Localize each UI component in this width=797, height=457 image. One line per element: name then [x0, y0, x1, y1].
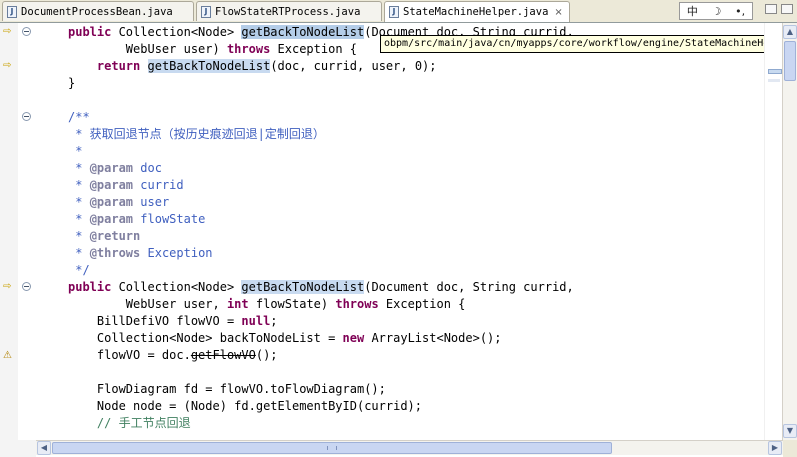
java-file-icon: J: [201, 5, 211, 18]
folding-ruler: [18, 23, 36, 440]
scroll-down-icon[interactable]: ▼: [783, 424, 797, 438]
tab-label: DocumentProcessBean.java: [21, 5, 173, 18]
moon-icon[interactable]: ☽: [712, 5, 722, 18]
view-controls: [759, 4, 793, 18]
occurrence-marker[interactable]: [768, 79, 780, 82]
warning-icon[interactable]: ⚠: [3, 350, 14, 361]
java-file-icon: J: [7, 5, 17, 18]
javadoc-line: */: [68, 263, 90, 277]
scroll-left-icon[interactable]: ◀: [37, 441, 51, 455]
fold-collapse-icon[interactable]: [22, 112, 31, 121]
code-area[interactable]: public Collection<Node> getBackToNodeLis…: [36, 23, 765, 440]
javadoc-line: * @param doc: [68, 161, 162, 175]
override-arrow-icon[interactable]: ⇨: [3, 61, 15, 71]
code-line: }: [68, 76, 76, 90]
javadoc-line: * @throws Exception: [68, 246, 213, 260]
override-arrow-icon[interactable]: ⇨: [3, 282, 15, 292]
ime-toolbar[interactable]: 中 ☽ •,: [679, 2, 753, 20]
code-line: public Collection<Node> getBackToNodeLis…: [68, 280, 574, 294]
scroll-up-icon[interactable]: ▲: [783, 25, 797, 39]
code-line: return getBackToNodeList(doc, currid, us…: [96, 59, 437, 73]
vertical-scroll-thumb[interactable]: [784, 41, 796, 81]
javadoc-line: /**: [68, 110, 90, 124]
maximize-icon[interactable]: [781, 4, 793, 14]
code-line: WebUser user) throws Exception {: [68, 42, 358, 56]
code-line: flowVO = doc.getFlowVO();: [68, 348, 278, 362]
fold-collapse-icon[interactable]: [22, 27, 31, 36]
javadoc-line: * @return: [68, 229, 141, 243]
tab-label: FlowStateRTProcess.java: [215, 5, 361, 18]
tab-statemachinehelper[interactable]: J StateMachineHelper.java ×: [384, 1, 570, 22]
javadoc-line: * @param user: [68, 195, 170, 209]
tab-flowstatertprocess[interactable]: J FlowStateRTProcess.java: [196, 1, 382, 21]
line-comment: // 手工节点回退: [68, 416, 191, 430]
file-path-tooltip: obpm/src/main/java/cn/myapps/core/workfl…: [380, 35, 797, 53]
tab-documentprocessbean[interactable]: J DocumentProcessBean.java: [2, 1, 194, 21]
minimize-icon[interactable]: [765, 4, 777, 14]
gutter-footer: [0, 440, 36, 457]
vertical-scrollbar[interactable]: ▲ ▼: [782, 23, 797, 440]
code-line: WebUser user, int flowState) throws Exce…: [68, 297, 466, 311]
annotation-gutter: ⇨ ⇨ ⇨ ⚠: [0, 23, 19, 440]
override-arrow-icon[interactable]: ⇨: [3, 27, 15, 37]
editor-tab-bar: J DocumentProcessBean.java J FlowStateRT…: [0, 0, 797, 23]
fold-collapse-icon[interactable]: [22, 282, 31, 291]
close-icon[interactable]: ×: [554, 7, 562, 18]
javadoc-line: * @param flowState: [68, 212, 206, 226]
code-line: Node node = (Node) fd.getElementByID(cur…: [68, 399, 423, 413]
javadoc-line: * @param currid: [68, 178, 184, 192]
tab-label: StateMachineHelper.java: [403, 6, 549, 18]
punctuation-icon[interactable]: •,: [735, 5, 745, 18]
horizontal-scrollbar[interactable]: ◀ ▶: [36, 440, 783, 455]
overview-ruler[interactable]: [764, 23, 783, 440]
occurrence-marker[interactable]: [768, 69, 782, 74]
java-file-icon: J: [389, 6, 399, 18]
horizontal-scroll-thumb[interactable]: [52, 442, 612, 454]
code-line: BillDefiVO flowVO = null;: [68, 314, 278, 328]
scroll-right-icon[interactable]: ▶: [768, 441, 782, 455]
code-line: FlowDiagram fd = flowVO.toFlowDiagram();: [68, 382, 386, 396]
javadoc-line: *: [68, 144, 83, 158]
javadoc-line: * 获取回退节点（按历史痕迹回退|定制回退）: [68, 127, 325, 141]
scrollbar-corner: [783, 440, 797, 457]
code-editor[interactable]: ⇨ ⇨ ⇨ ⚠ public Collection<Node> getBackT…: [0, 23, 797, 440]
code-line: Collection<Node> backToNodeList = new Ar…: [68, 331, 502, 345]
ime-language-indicator[interactable]: 中: [687, 3, 698, 19]
